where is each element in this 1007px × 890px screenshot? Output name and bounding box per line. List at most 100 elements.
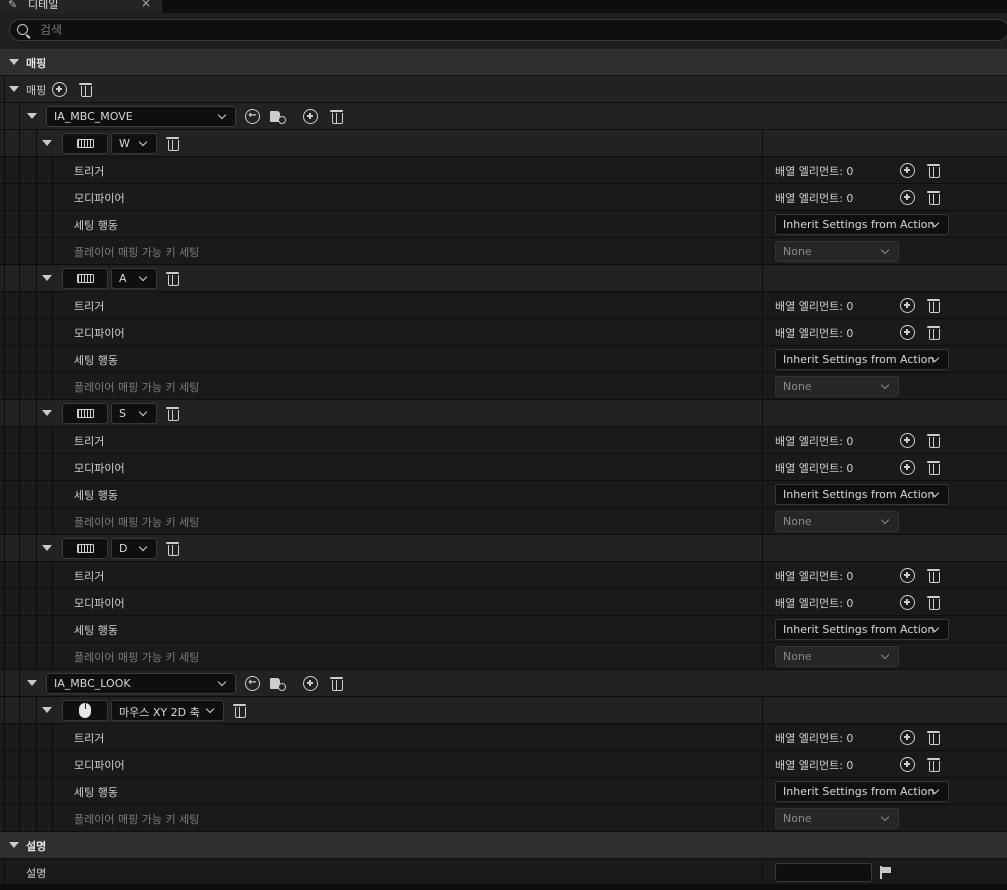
expand-arrow-icon[interactable] bbox=[42, 545, 52, 551]
tree-guide bbox=[19, 805, 20, 832]
expand-arrow-icon[interactable] bbox=[42, 140, 52, 146]
close-icon[interactable]: × bbox=[141, 0, 151, 10]
reset-arrow-icon[interactable]: ← bbox=[245, 676, 260, 691]
add-mapping-icon[interactable] bbox=[52, 82, 67, 97]
column-divider bbox=[762, 238, 763, 265]
add-element-icon[interactable] bbox=[900, 595, 915, 610]
prop-setting-behavior-label: 세팅 행동 bbox=[74, 624, 118, 637]
prop-trigger-label: 트리거 bbox=[74, 732, 105, 745]
category-description: 설명 bbox=[0, 832, 1007, 859]
setting-behavior-combo[interactable]: Inherit Settings from Action bbox=[775, 781, 949, 802]
key-selector-button[interactable] bbox=[62, 403, 108, 424]
search-input[interactable] bbox=[40, 20, 340, 40]
column-divider bbox=[762, 454, 763, 481]
action-row: IA_MBC_MOVE ← bbox=[0, 103, 1007, 130]
delete-elements-icon[interactable] bbox=[927, 568, 940, 583]
array-elements-count: 배열 엘리먼트: 0 bbox=[775, 165, 854, 178]
add-element-icon[interactable] bbox=[900, 730, 915, 745]
key-combo[interactable]: W bbox=[111, 133, 157, 154]
add-element-icon[interactable] bbox=[900, 433, 915, 448]
key-selector-button[interactable] bbox=[62, 133, 108, 154]
setting-behavior-combo[interactable]: Inherit Settings from Action bbox=[775, 214, 949, 235]
expand-arrow-icon[interactable] bbox=[9, 86, 19, 92]
input-action-combo[interactable]: IA_MBC_MOVE bbox=[46, 106, 236, 127]
expand-arrow-icon[interactable] bbox=[9, 842, 19, 848]
key-combo[interactable]: S bbox=[111, 403, 157, 424]
tree-guide bbox=[19, 616, 20, 643]
add-key-icon[interactable] bbox=[303, 676, 318, 691]
column-divider bbox=[762, 373, 763, 400]
delete-action-icon[interactable] bbox=[330, 676, 343, 691]
tab-bar: ✎ 디테일 × bbox=[0, 0, 1007, 13]
expand-arrow-icon[interactable] bbox=[42, 410, 52, 416]
player-mappable-combo[interactable]: None bbox=[775, 511, 899, 532]
delete-key-icon[interactable] bbox=[166, 406, 179, 421]
flag-icon[interactable] bbox=[880, 866, 891, 879]
add-element-icon[interactable] bbox=[900, 568, 915, 583]
prop-player-mappable: 플레이어 매핑 가능 키 세팅 None bbox=[0, 805, 1007, 832]
delete-elements-icon[interactable] bbox=[927, 298, 940, 313]
prop-player-mappable-label: 플레이어 매핑 가능 키 세팅 bbox=[74, 651, 200, 664]
delete-elements-icon[interactable] bbox=[927, 460, 940, 475]
tree-guide bbox=[4, 400, 5, 427]
input-action-combo[interactable]: IA_MBC_LOOK bbox=[46, 673, 236, 694]
setting-behavior-combo[interactable]: Inherit Settings from Action bbox=[775, 619, 949, 640]
delete-elements-icon[interactable] bbox=[927, 163, 940, 178]
delete-elements-icon[interactable] bbox=[927, 595, 940, 610]
expand-arrow-icon[interactable] bbox=[9, 59, 19, 65]
player-mappable-combo[interactable]: None bbox=[775, 808, 899, 829]
key-selector-button[interactable] bbox=[62, 700, 108, 721]
delete-all-icon[interactable] bbox=[79, 82, 92, 97]
tree-guide bbox=[36, 292, 37, 319]
tree-guide bbox=[36, 130, 37, 157]
delete-elements-icon[interactable] bbox=[927, 433, 940, 448]
add-element-icon[interactable] bbox=[900, 460, 915, 475]
add-element-icon[interactable] bbox=[900, 298, 915, 313]
add-element-icon[interactable] bbox=[900, 190, 915, 205]
key-selector-button[interactable] bbox=[62, 268, 108, 289]
delete-elements-icon[interactable] bbox=[927, 325, 940, 340]
tree-guide bbox=[19, 481, 20, 508]
tree-guide bbox=[19, 724, 20, 751]
tree-guide bbox=[4, 373, 5, 400]
setting-behavior-combo[interactable]: Inherit Settings from Action bbox=[775, 484, 949, 505]
search-box[interactable] bbox=[9, 19, 1007, 41]
description-input[interactable] bbox=[775, 863, 872, 882]
delete-key-icon[interactable] bbox=[166, 271, 179, 286]
delete-elements-icon[interactable] bbox=[927, 757, 940, 772]
add-element-icon[interactable] bbox=[900, 163, 915, 178]
tree-guide bbox=[36, 400, 37, 427]
key-combo[interactable]: 마우스 XY 2D 축 bbox=[111, 700, 224, 721]
player-mappable-combo[interactable]: None bbox=[775, 646, 899, 667]
expand-arrow-icon[interactable] bbox=[42, 707, 52, 713]
prop-setting-behavior-label: 세팅 행동 bbox=[74, 786, 118, 799]
add-element-icon[interactable] bbox=[900, 325, 915, 340]
tree-guide bbox=[52, 454, 53, 481]
browse-folder-icon[interactable] bbox=[270, 676, 287, 691]
reset-arrow-icon[interactable]: ← bbox=[245, 109, 260, 124]
setting-behavior-combo[interactable]: Inherit Settings from Action bbox=[775, 349, 949, 370]
expand-arrow-icon[interactable] bbox=[27, 680, 37, 686]
player-mappable-combo[interactable]: None bbox=[775, 376, 899, 397]
column-divider bbox=[762, 697, 763, 724]
key-combo[interactable]: D bbox=[111, 538, 157, 559]
expand-arrow-icon[interactable] bbox=[42, 275, 52, 281]
delete-key-icon[interactable] bbox=[233, 703, 246, 718]
key-combo-text: S bbox=[119, 407, 126, 420]
add-element-icon[interactable] bbox=[900, 757, 915, 772]
tree-guide bbox=[19, 238, 20, 265]
browse-folder-icon[interactable] bbox=[270, 109, 287, 124]
delete-key-icon[interactable] bbox=[166, 541, 179, 556]
tab-details[interactable]: ✎ 디테일 × bbox=[0, 0, 163, 13]
tree-guide bbox=[52, 508, 53, 535]
column-divider bbox=[762, 319, 763, 346]
expand-arrow-icon[interactable] bbox=[27, 113, 37, 119]
key-combo[interactable]: A bbox=[111, 268, 157, 289]
delete-elements-icon[interactable] bbox=[927, 730, 940, 745]
delete-action-icon[interactable] bbox=[330, 109, 343, 124]
add-key-icon[interactable] bbox=[303, 109, 318, 124]
player-mappable-combo[interactable]: None bbox=[775, 241, 899, 262]
delete-key-icon[interactable] bbox=[166, 136, 179, 151]
delete-elements-icon[interactable] bbox=[927, 190, 940, 205]
key-selector-button[interactable] bbox=[62, 538, 108, 559]
